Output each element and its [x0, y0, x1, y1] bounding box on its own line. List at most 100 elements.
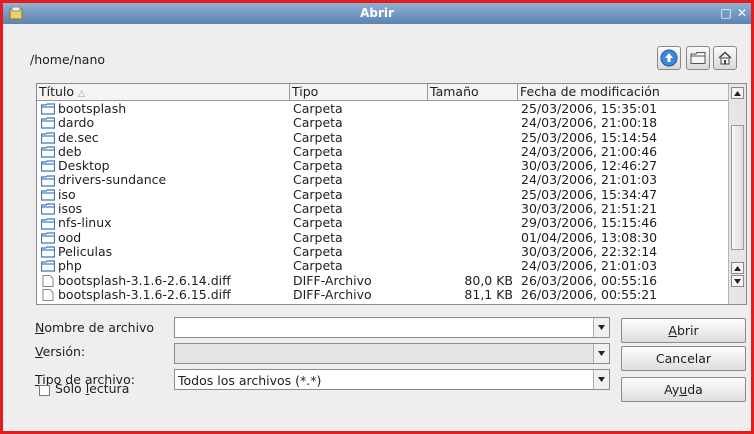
- file-size-cell: 80,0 KB: [464, 272, 513, 288]
- file-name-cell: bootsplash-3.1.6-2.6.14.diff: [41, 273, 231, 288]
- file-date-cell: 30/03/2006, 22:32:14: [521, 243, 658, 259]
- folder-icon: [41, 189, 55, 201]
- table-row[interactable]: iso Carpeta 25/03/2006, 15:34:47: [37, 186, 729, 202]
- window-title: Abrir: [360, 6, 394, 20]
- column-header-name-label: Título: [39, 84, 75, 99]
- new-folder-button[interactable]: [686, 46, 710, 70]
- folder-icon: [41, 246, 55, 258]
- file-name-cell: nfs-linux: [41, 216, 112, 230]
- file-date-cell: 30/03/2006, 21:51:21: [521, 201, 658, 217]
- file-name: bootsplash-3.1.6-2.6.15.diff: [58, 286, 231, 302]
- filename-combo[interactable]: [174, 317, 610, 338]
- file-type-cell: Carpeta: [293, 243, 343, 259]
- maximize-icon[interactable]: □: [719, 6, 733, 20]
- file-name: ood: [58, 229, 82, 245]
- open-button[interactable]: Abrir: [621, 318, 746, 343]
- column-header-size[interactable]: Tamaño: [428, 84, 518, 101]
- table-row[interactable]: bootsplash Carpeta 25/03/2006, 15:35:01: [37, 102, 729, 116]
- file-name-cell: isos: [41, 201, 83, 217]
- table-row[interactable]: Desktop Carpeta 30/03/2006, 12:46:27: [37, 158, 729, 174]
- file-type-cell: Carpeta: [293, 201, 343, 217]
- file-date-cell: 24/03/2006, 21:00:18: [521, 115, 658, 131]
- column-headers: Título △ Tipo Tamaño Fecha de modificació…: [37, 84, 729, 101]
- file-type-cell: DIFF-Archivo: [293, 286, 372, 302]
- file-name: deb: [58, 143, 82, 159]
- table-row[interactable]: drivers-sundance Carpeta 24/03/2006, 21:01…: [37, 173, 729, 187]
- file-type-cell: Carpeta: [293, 229, 343, 245]
- file-name: Peliculas: [58, 243, 113, 259]
- scroll-thumb[interactable]: [731, 125, 744, 250]
- file-date-cell: 25/03/2006, 15:35:01: [521, 102, 658, 116]
- file-name: bootsplash: [58, 102, 127, 116]
- file-date-cell: 24/03/2006, 21:01:03: [521, 258, 658, 274]
- filetype-combo[interactable]: Todos los archivos (*.*): [174, 369, 610, 390]
- table-row[interactable]: php Carpeta 24/03/2006, 21:01:03: [37, 258, 729, 274]
- readonly-checkbox[interactable]: [39, 385, 50, 396]
- home-icon: [718, 51, 732, 65]
- cancel-button[interactable]: Cancelar: [621, 346, 746, 371]
- file-date-cell: 26/03/2006, 00:55:21: [521, 286, 658, 302]
- file-date-cell: 26/03/2006, 00:55:16: [521, 272, 658, 288]
- file-name-cell: Desktop: [41, 158, 110, 174]
- vertical-scrollbar[interactable]: [728, 84, 746, 304]
- folder-icon: [41, 132, 55, 144]
- file-date-cell: 25/03/2006, 15:34:47: [521, 186, 658, 202]
- column-header-name[interactable]: Título △: [37, 84, 290, 101]
- folder-icon: [41, 117, 55, 130]
- file-date-cell: 25/03/2006, 15:14:54: [521, 129, 658, 145]
- file-date-cell: 24/03/2006, 21:01:03: [521, 172, 658, 188]
- file-type-cell: Carpeta: [293, 115, 343, 131]
- column-header-type[interactable]: Tipo: [290, 84, 428, 101]
- chevron-down-icon: [598, 351, 605, 356]
- table-row[interactable]: de.sec Carpeta 25/03/2006, 15:14:54: [37, 129, 729, 145]
- file-name: Desktop: [58, 158, 110, 174]
- table-row[interactable]: bootsplash-3.1.6-2.6.14.diff DIFF-Archivo…: [37, 272, 729, 288]
- up-folder-button[interactable]: [657, 46, 681, 70]
- folder-icon: [41, 160, 55, 172]
- file-type-cell: Carpeta: [293, 186, 343, 202]
- filename-label: Nombre de archivo: [35, 320, 155, 335]
- file-date-cell: 29/03/2006, 15:15:46: [521, 215, 658, 231]
- version-dropdown-button[interactable]: [593, 344, 609, 363]
- folder-icon: [41, 103, 55, 115]
- readonly-label[interactable]: Sólo lectura: [55, 381, 129, 396]
- open-file-dialog: Abrir □ ✕ /home/nano Título △ Tipo Tamaño: [0, 0, 754, 434]
- file-name-cell: iso: [41, 187, 76, 202]
- scroll-down-button[interactable]: [731, 275, 744, 287]
- table-row[interactable]: dardo Carpeta 24/03/2006, 21:00:18: [37, 115, 729, 131]
- file-list[interactable]: Título △ Tipo Tamaño Fecha de modificació…: [36, 83, 747, 305]
- table-row[interactable]: isos Carpeta 30/03/2006, 21:51:21: [37, 201, 729, 217]
- version-combo[interactable]: [174, 343, 610, 364]
- title-bar[interactable]: Abrir □ ✕: [3, 3, 751, 24]
- document-icon: [42, 274, 54, 287]
- file-type-cell: DIFF-Archivo: [293, 272, 372, 288]
- filetype-value: Todos los archivos (*.*): [178, 373, 322, 388]
- chevron-down-icon: [598, 377, 605, 382]
- filetype-dropdown-button[interactable]: [593, 370, 609, 389]
- file-type-cell: Carpeta: [293, 172, 343, 188]
- table-row[interactable]: ood Carpeta 01/04/2006, 13:08:30: [37, 229, 729, 245]
- folder-icon: [41, 146, 55, 158]
- document-icon: [42, 289, 54, 301]
- file-name: isos: [58, 201, 83, 217]
- file-name: nfs-linux: [58, 215, 112, 231]
- home-folder-button[interactable]: [713, 46, 737, 70]
- scroll-up-button-bottom[interactable]: [731, 262, 744, 274]
- table-row[interactable]: Peliculas Carpeta 30/03/2006, 22:32:14: [37, 243, 729, 259]
- file-name-cell: ood: [41, 229, 82, 245]
- file-type-cell: Carpeta: [293, 158, 343, 174]
- file-name: php: [58, 258, 82, 274]
- current-path: /home/nano: [30, 52, 106, 67]
- table-row[interactable]: bootsplash-3.1.6-2.6.15.diff DIFF-Archivo…: [37, 286, 729, 302]
- file-name: de.sec: [58, 129, 99, 145]
- file-size-cell: 81,1 KB: [464, 286, 513, 302]
- filename-dropdown-button[interactable]: [593, 318, 609, 337]
- close-icon[interactable]: ✕: [735, 6, 749, 20]
- help-button[interactable]: Ayuda: [621, 377, 746, 402]
- column-header-date[interactable]: Fecha de modificación: [518, 84, 729, 101]
- folder-icon: [41, 203, 55, 215]
- scroll-up-button[interactable]: [731, 87, 744, 99]
- table-row[interactable]: deb Carpeta 24/03/2006, 21:00:46: [37, 143, 729, 159]
- file-name-cell: Peliculas: [41, 243, 113, 259]
- table-row[interactable]: nfs-linux Carpeta 29/03/2006, 15:15:46: [37, 216, 729, 230]
